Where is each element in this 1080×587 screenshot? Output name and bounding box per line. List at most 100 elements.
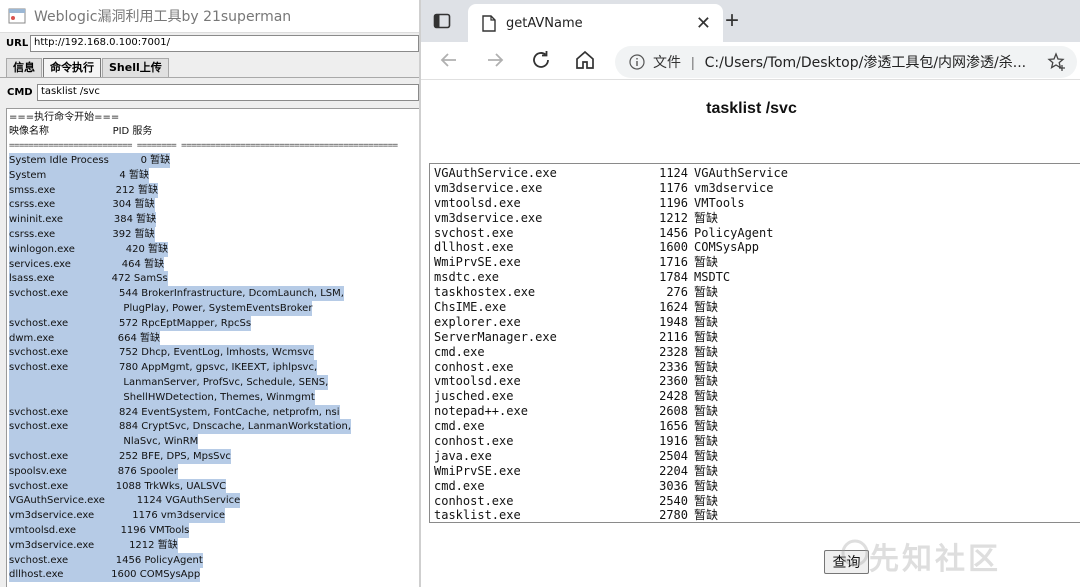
output-line: vm3dservice.exe 1212 暂缺 bbox=[9, 537, 178, 553]
process-name: conhost.exe bbox=[434, 359, 514, 374]
output-line: csrss.exe 392 暂缺 bbox=[9, 227, 155, 242]
process-service: 暂缺 bbox=[694, 434, 719, 449]
process-name: notepad++.exe bbox=[434, 404, 528, 419]
process-name: tasklist.exe bbox=[434, 508, 521, 523]
output-line: VGAuthService.exe 1124 VGAuthService bbox=[9, 493, 241, 509]
info-icon[interactable] bbox=[629, 54, 645, 70]
process-service: COMSysApp bbox=[694, 240, 760, 255]
back-icon[interactable] bbox=[437, 48, 461, 72]
command-output-area[interactable]: ===执行命令开始=== 映像名称 PID 服务 =================… bbox=[6, 108, 419, 587]
process-pid: 1124 bbox=[659, 166, 688, 180]
tab-title: getAVName bbox=[506, 15, 583, 31]
output-line: System Idle Process 0 暂缺 bbox=[9, 153, 171, 168]
page-title: tasklist /svc bbox=[706, 100, 797, 117]
process-pid: 1196 bbox=[659, 195, 688, 210]
output-line: svchost.exe 752 Dhcp, EventLog, lmhosts,… bbox=[9, 345, 314, 361]
output-line: LanmanServer, ProfSvc, Schedule, SENS, bbox=[9, 375, 329, 390]
output-line: winlogon.exe 420 暂缺 bbox=[9, 241, 169, 257]
output-header-line: ===执行命令开始=== bbox=[9, 112, 120, 123]
result-row: ChsIME.exe 1624 暂缺 bbox=[432, 300, 1080, 315]
process-pid: 1624 bbox=[659, 300, 688, 315]
process-service: 暂缺 bbox=[694, 300, 719, 315]
output-line: svchost.exe 252 BFE, DPS, MpsSvc bbox=[9, 449, 231, 464]
output-line: svchost.exe 1088 TrkWks, UALSVC bbox=[9, 478, 227, 494]
process-name: VGAuthService.exe bbox=[434, 166, 557, 180]
browser-tab[interactable]: getAVName ✕ bbox=[468, 4, 723, 42]
result-row: vmtoolsd.exe 1196 VMTools bbox=[432, 196, 1080, 211]
process-service: PolicyAgent bbox=[694, 225, 774, 240]
process-service: 暂缺 bbox=[694, 508, 719, 523]
process-pid: 1916 bbox=[659, 434, 688, 449]
close-tab-icon[interactable]: ✕ bbox=[696, 14, 711, 32]
process-pid: 2428 bbox=[659, 389, 688, 404]
url-input[interactable]: http://192.168.0.100:7001/ bbox=[30, 34, 419, 52]
cmd-row: CMD tasklist /svc bbox=[0, 82, 419, 102]
home-icon[interactable] bbox=[573, 48, 597, 72]
forward-icon[interactable] bbox=[483, 48, 507, 72]
process-name: WmiPrvSE.exe bbox=[434, 255, 521, 270]
process-service: 暂缺 bbox=[694, 255, 719, 270]
process-pid: 2540 bbox=[659, 493, 688, 508]
refresh-icon[interactable] bbox=[529, 48, 553, 72]
output-line: services.exe 464 暂缺 bbox=[9, 256, 165, 272]
output-header-line: 映像名称 PID 服务 bbox=[9, 126, 153, 137]
process-service: 暂缺 bbox=[694, 285, 719, 300]
process-name: conhost.exe bbox=[434, 434, 514, 449]
result-row: conhost.exe 1916 暂缺 bbox=[432, 434, 1080, 449]
process-name: WmiPrvSE.exe bbox=[434, 463, 521, 478]
result-row: VGAuthService.exe 1124 VGAuthService bbox=[432, 166, 1080, 181]
process-pid: 2204 bbox=[659, 463, 688, 478]
tab-command-exec[interactable]: 命令执行 bbox=[43, 58, 101, 78]
output-line: smss.exe 212 暂缺 bbox=[9, 182, 158, 198]
process-name: msdtc.exe bbox=[434, 270, 500, 285]
process-name: ServerManager.exe bbox=[434, 329, 557, 344]
process-name: ChsIME.exe bbox=[434, 300, 507, 315]
process-name: vmtoolsd.exe bbox=[434, 195, 521, 210]
address-bar[interactable]: 文件 | C:/Users/Tom/Desktop/渗透工具包/内网渗透/杀..… bbox=[615, 46, 1077, 78]
process-service: 暂缺 bbox=[694, 359, 719, 374]
result-row: conhost.exe 2336 暂缺 bbox=[432, 360, 1080, 375]
result-row: jusched.exe 2428 暂缺 bbox=[432, 389, 1080, 404]
result-row: cmd.exe 2328 暂缺 bbox=[432, 345, 1080, 360]
result-row: taskhostex.exe 276 暂缺 bbox=[432, 285, 1080, 300]
result-row: java.exe 2504 暂缺 bbox=[432, 449, 1080, 464]
result-row: tasklist.exe 2780 暂缺 bbox=[432, 508, 1080, 523]
result-row: notepad++.exe 2608 暂缺 bbox=[432, 404, 1080, 419]
tab-actions-icon[interactable] bbox=[433, 12, 451, 30]
output-header-line: ========================= ======== =====… bbox=[9, 141, 398, 151]
site-label: 文件 bbox=[653, 55, 681, 71]
result-row: cmd.exe 3036 暂缺 bbox=[432, 479, 1080, 494]
add-favorite-icon[interactable] bbox=[1047, 52, 1067, 72]
output-line: spoolsv.exe 876 Spooler bbox=[9, 463, 178, 479]
process-service: VGAuthService bbox=[694, 166, 788, 180]
process-name: java.exe bbox=[434, 448, 492, 463]
result-row: svchost.exe 1456 PolicyAgent bbox=[432, 226, 1080, 241]
process-name: vmtoolsd.exe bbox=[434, 374, 521, 389]
page-content: tasklist /svc VGAuthService.exe 1124 VGAut… bbox=[421, 81, 1080, 587]
tab-divider bbox=[0, 77, 419, 78]
process-service: 暂缺 bbox=[694, 463, 719, 478]
process-name: taskhostex.exe bbox=[434, 285, 536, 300]
new-tab-icon[interactable]: + bbox=[725, 9, 739, 33]
process-service: 暂缺 bbox=[694, 344, 719, 359]
result-textarea[interactable]: VGAuthService.exe 1124 VGAuthService vm3dse… bbox=[429, 163, 1080, 523]
cmd-input[interactable]: tasklist /svc bbox=[37, 83, 419, 101]
result-row: explorer.exe 1948 暂缺 bbox=[432, 315, 1080, 330]
process-service: MSDTC bbox=[694, 270, 731, 285]
weblogic-tool-window: Weblogic漏洞利用工具by 21superman URL http://1… bbox=[0, 0, 419, 587]
output-line: csrss.exe 304 暂缺 bbox=[9, 197, 155, 213]
address-divider: | bbox=[691, 54, 695, 70]
process-service: VMTools bbox=[694, 195, 745, 210]
process-service: 暂缺 bbox=[694, 404, 719, 419]
process-name: jusched.exe bbox=[434, 389, 514, 404]
process-service: 暂缺 bbox=[694, 374, 719, 389]
tab-info[interactable]: 信息 bbox=[6, 58, 42, 78]
result-row: ServerManager.exe 2116 暂缺 bbox=[432, 330, 1080, 345]
address-url[interactable]: C:/Users/Tom/Desktop/渗透工具包/内网渗透/杀... bbox=[705, 52, 1041, 72]
output-line: svchost.exe 780 AppMgmt, gpsvc, IKEEXT, … bbox=[9, 360, 318, 376]
tab-shell-upload[interactable]: Shell上传 bbox=[102, 58, 169, 78]
process-name: vm3dservice.exe bbox=[434, 180, 543, 195]
output-line: svchost.exe 1456 PolicyAgent bbox=[9, 552, 203, 568]
browser-window: getAVName ✕ + 文件 | C:/Users/Tom/Desktop/… bbox=[419, 0, 1080, 587]
output-line: vmtoolsd.exe 1196 VMTools bbox=[9, 523, 190, 538]
